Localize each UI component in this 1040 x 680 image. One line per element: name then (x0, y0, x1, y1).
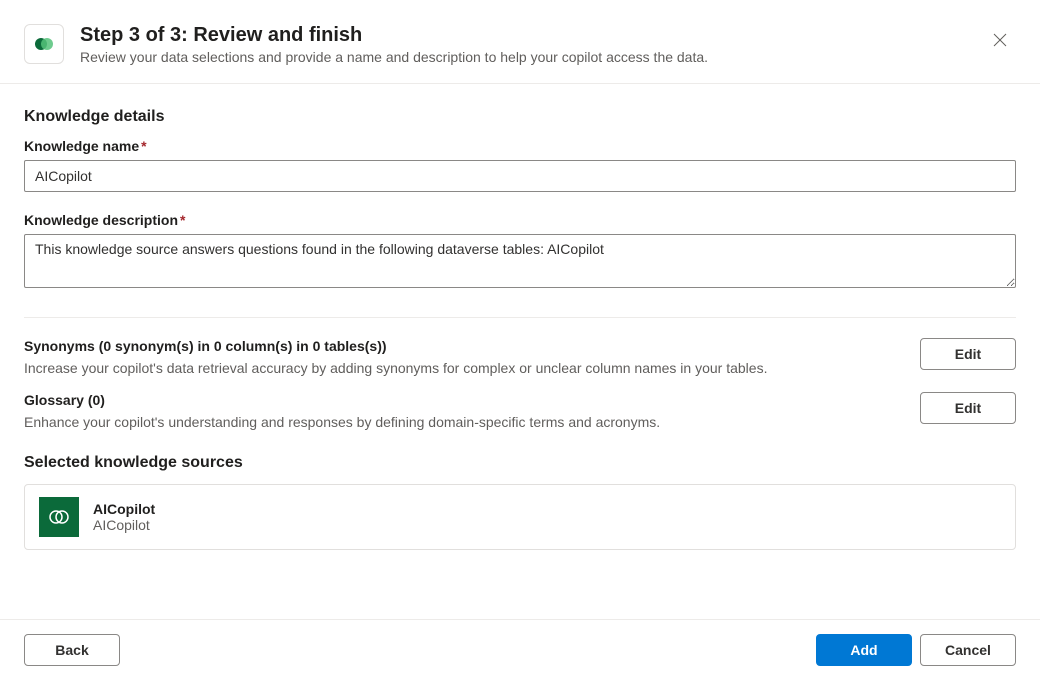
header-text: Step 3 of 3: Review and finish Review yo… (80, 24, 1016, 65)
dialog-footer: Back Add Cancel (0, 619, 1040, 680)
divider (24, 317, 1016, 318)
knowledge-description-field: Knowledge description* (24, 212, 1016, 293)
required-star-icon: * (141, 138, 146, 154)
page-title: Step 3 of 3: Review and finish (80, 24, 1016, 47)
glossary-text: Glossary (0) Enhance your copilot's unde… (24, 392, 904, 446)
knowledge-details-heading: Knowledge details (24, 108, 1016, 126)
knowledge-name-label: Knowledge name* (24, 138, 1016, 154)
add-button[interactable]: Add (816, 634, 912, 666)
knowledge-name-input[interactable] (24, 160, 1016, 192)
knowledge-name-field: Knowledge name* (24, 138, 1016, 192)
glossary-row: Glossary (0) Enhance your copilot's unde… (24, 392, 1016, 446)
sources-heading: Selected knowledge sources (24, 454, 1016, 472)
source-name: AICopilot (93, 501, 155, 517)
dialog-content: Knowledge details Knowledge name* Knowle… (0, 84, 1040, 619)
page-subtitle: Review your data selections and provide … (80, 49, 1016, 65)
synonyms-title: Synonyms (0 synonym(s) in 0 column(s) in… (24, 338, 904, 354)
knowledge-description-label: Knowledge description* (24, 212, 1016, 228)
knowledge-description-input[interactable] (24, 234, 1016, 288)
synonyms-row: Synonyms (0 synonym(s) in 0 column(s) in… (24, 338, 1016, 392)
dataverse-table-icon (39, 497, 79, 537)
back-button[interactable]: Back (24, 634, 120, 666)
source-subtitle: AICopilot (93, 517, 155, 533)
close-button[interactable] (984, 24, 1016, 56)
source-text: AICopilot AICopilot (93, 501, 155, 533)
close-icon (992, 32, 1008, 48)
glossary-edit-button[interactable]: Edit (920, 392, 1016, 424)
sources-section: Selected knowledge sources AICopilot AIC… (24, 454, 1016, 550)
footer-left: Back (24, 634, 816, 666)
synonyms-text: Synonyms (0 synonym(s) in 0 column(s) in… (24, 338, 904, 392)
source-card: AICopilot AICopilot (24, 484, 1016, 550)
required-star-icon: * (180, 212, 185, 228)
synonyms-description: Increase your copilot's data retrieval a… (24, 360, 904, 376)
dialog-header: Step 3 of 3: Review and finish Review yo… (0, 0, 1040, 84)
dataverse-icon (24, 24, 64, 64)
glossary-description: Enhance your copilot's understanding and… (24, 414, 904, 430)
synonyms-edit-button[interactable]: Edit (920, 338, 1016, 370)
glossary-title: Glossary (0) (24, 392, 904, 408)
cancel-button[interactable]: Cancel (920, 634, 1016, 666)
